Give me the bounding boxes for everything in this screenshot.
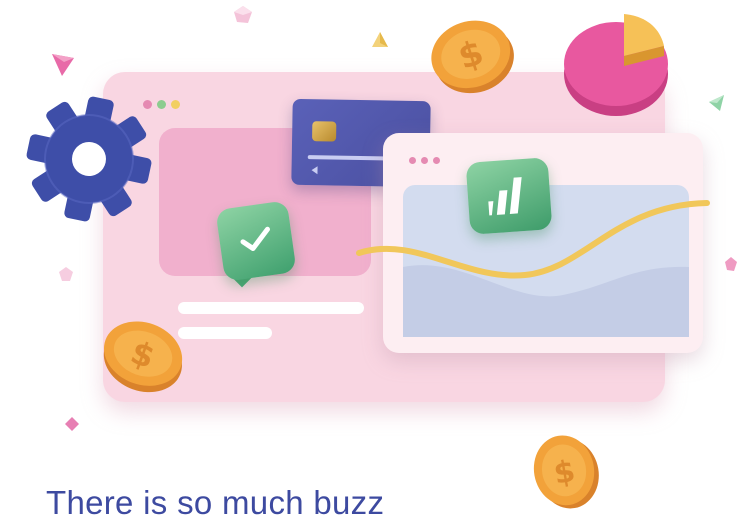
- checkmark-icon: [240, 226, 270, 251]
- gem-icon: [65, 417, 79, 431]
- gem-icon: [59, 267, 73, 281]
- window-dot-yellow: [171, 100, 180, 109]
- chart-dot-2: [421, 157, 428, 164]
- pie-chart-icon: [564, 14, 668, 116]
- card-chip: [312, 121, 337, 142]
- window-dot-green: [157, 100, 166, 109]
- gem-icon: [52, 54, 74, 76]
- chart-dot-1: [409, 157, 416, 164]
- check-badge: [215, 200, 297, 282]
- gem-icon: [725, 257, 737, 271]
- dollar-coin-icon: $: [431, 20, 514, 94]
- card-arrow-icon: [311, 166, 318, 175]
- gem-icon: [372, 32, 388, 47]
- bar-chart-icon: [486, 177, 522, 216]
- chart-window-dots: [409, 149, 445, 168]
- dollar-coin-icon: $: [533, 435, 599, 509]
- bar-chart-badge: [465, 157, 553, 235]
- gem-icon: [709, 95, 724, 111]
- illustration-scene: $ $ $ There is so much buzz: [0, 0, 738, 521]
- section-heading: There is so much buzz: [46, 484, 385, 521]
- text-placeholder-bar: [178, 302, 364, 314]
- dollar-coin-icon: $: [103, 321, 183, 393]
- gem-icon: [234, 6, 252, 23]
- text-placeholder-bar-short: [178, 327, 272, 339]
- gear-icon: [26, 96, 152, 222]
- chart-dot-3: [433, 157, 440, 164]
